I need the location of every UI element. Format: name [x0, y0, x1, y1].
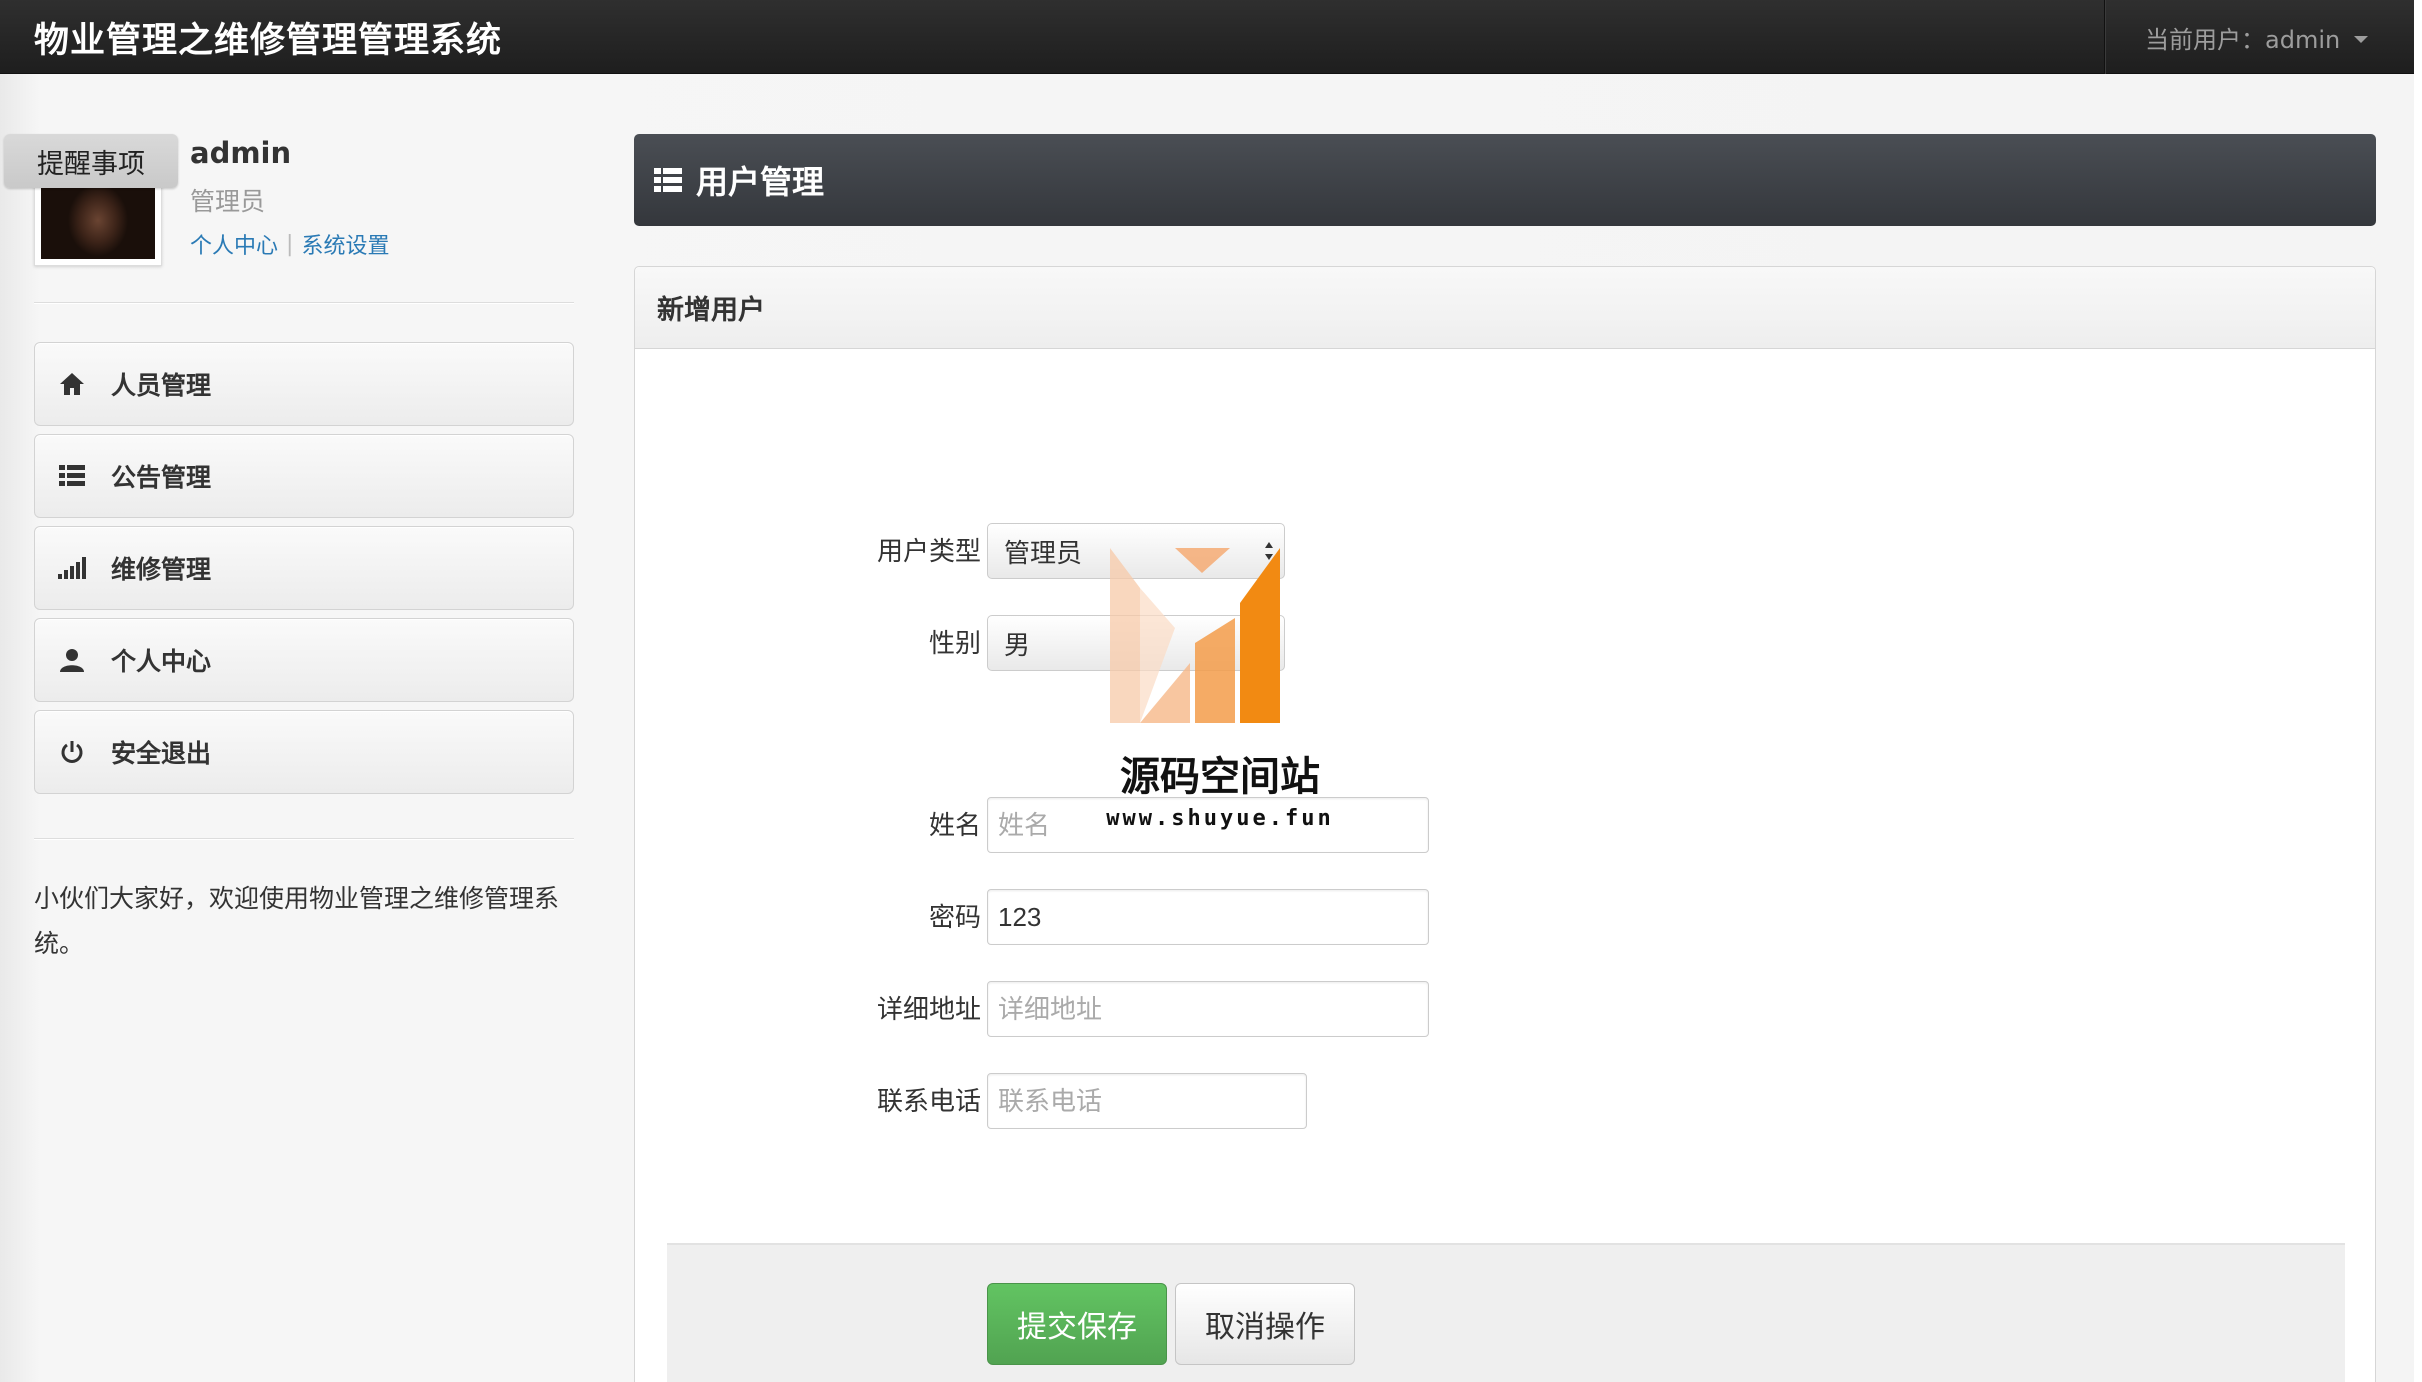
sidebar-item-personal-center[interactable]: 个人中心 — [34, 618, 574, 702]
cancel-button[interactable]: 取消操作 — [1175, 1283, 1355, 1365]
sidebar-item-notice[interactable]: 公告管理 — [34, 434, 574, 518]
panel-title: 新增用户 — [635, 267, 2375, 349]
watermark-logo-icon — [1110, 548, 1280, 723]
sidebar-nav: 人员管理 公告管理 维修管理 个人中心 安全退出 — [34, 342, 574, 802]
link-system-settings[interactable]: 系统设置 — [301, 228, 389, 260]
user-type-value: 管理员 — [1004, 538, 1083, 569]
user-type-label: 用户类型 — [876, 537, 981, 567]
caret-down-icon — [2354, 35, 2369, 43]
page-edge — [2414, 0, 2422, 1382]
sidebar-divider — [34, 838, 574, 840]
phone-label: 联系电话 — [876, 1087, 981, 1117]
profile-role: 管理员 — [190, 187, 266, 216]
address-label: 详细地址 — [876, 995, 981, 1025]
list-icon — [654, 168, 682, 192]
profile-name: admin — [190, 136, 292, 170]
add-user-panel: 新增用户 用户类型 管理员 性别 男 姓名 密码 详细地址 联系电话 提交保存 … — [634, 266, 2376, 1382]
password-input[interactable] — [987, 889, 1429, 945]
welcome-text: 小伙们大家好，欢迎使用物业管理之维修管理系统。 — [34, 884, 560, 958]
address-input[interactable] — [987, 981, 1429, 1037]
link-personal-center[interactable]: 个人中心 — [190, 228, 278, 260]
current-user-menu[interactable]: 当前用户：admin — [2104, 0, 2414, 74]
gender-label: 性别 — [928, 629, 981, 659]
app-title[interactable]: 物业管理之维修管理管理系统 — [34, 12, 502, 63]
profile-links: 个人中心 | 系统设置 — [190, 228, 389, 260]
signal-icon — [57, 553, 87, 583]
watermark-title: 源码空间站 — [1120, 754, 1320, 800]
current-user-label: 当前用户：admin — [2145, 25, 2341, 54]
list-icon — [57, 461, 87, 491]
link-separator: | — [286, 231, 294, 257]
sidebar-item-label: 维修管理 — [111, 555, 212, 584]
gender-value: 男 — [1004, 630, 1031, 661]
sidebar-item-logout[interactable]: 安全退出 — [34, 710, 574, 794]
form-actions: 提交保存 取消操作 — [667, 1243, 2345, 1382]
home-icon — [57, 369, 87, 399]
power-icon — [57, 737, 87, 767]
watermark-url: www.shuyue.fun — [1106, 806, 1334, 831]
user-icon — [57, 645, 87, 675]
sidebar-item-label: 公告管理 — [111, 463, 212, 492]
page-title: 用户管理 — [696, 163, 825, 201]
reminder-tag[interactable]: 提醒事项 — [4, 134, 178, 188]
sidebar-item-label: 人员管理 — [111, 371, 212, 400]
phone-input[interactable] — [987, 1073, 1307, 1129]
sidebar-item-label: 安全退出 — [111, 739, 212, 768]
sidebar-item-label: 个人中心 — [111, 647, 212, 676]
page-header: 用户管理 — [634, 134, 2376, 226]
user-profile: 提醒事项 admin 管理员 个人中心 | 系统设置 — [4, 134, 574, 266]
name-label: 姓名 — [928, 811, 981, 841]
sidebar-divider — [34, 302, 574, 304]
sidebar-item-personnel[interactable]: 人员管理 — [34, 342, 574, 426]
password-label: 密码 — [928, 903, 981, 933]
save-button[interactable]: 提交保存 — [987, 1283, 1167, 1365]
top-navbar: 物业管理之维修管理管理系统 当前用户：admin — [0, 0, 2414, 74]
sidebar-item-repair[interactable]: 维修管理 — [34, 526, 574, 610]
